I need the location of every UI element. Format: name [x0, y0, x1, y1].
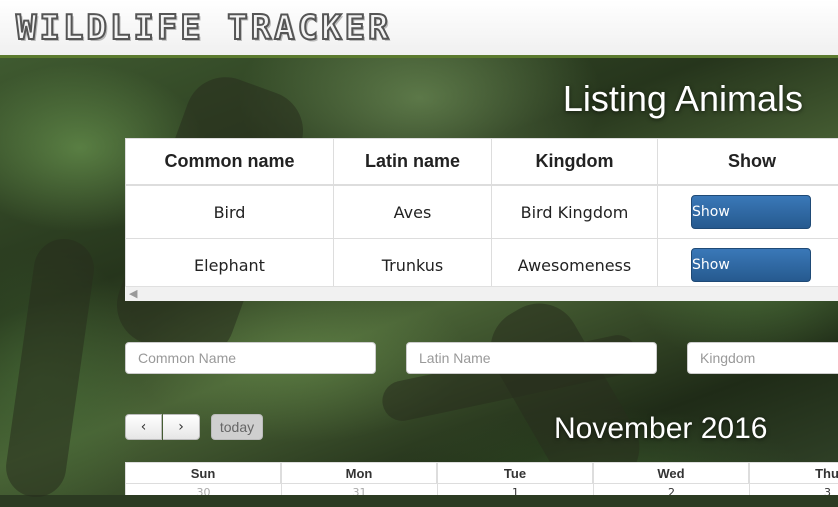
page-title: Listing Animals	[563, 78, 803, 120]
latin-name-input[interactable]	[406, 342, 657, 374]
calendar-day-cell[interactable]: 31	[281, 484, 437, 495]
day-header-tue: Tue	[437, 462, 593, 484]
table-header-row: Common name Latin name Kingdom Show	[126, 139, 838, 186]
brand-logo[interactable]: WILDLIFE TRACKER	[16, 8, 392, 48]
column-header-kingdom: Kingdom	[492, 139, 658, 186]
day-header-mon: Mon	[281, 462, 437, 484]
show-button[interactable]: Show	[691, 195, 811, 229]
day-header-wed: Wed	[593, 462, 749, 484]
app-header: WILDLIFE TRACKER	[0, 0, 838, 58]
chevron-left-icon: ‹	[141, 419, 147, 435]
day-header-sun: Sun	[125, 462, 281, 484]
calendar-day-headers: Sun Mon Tue Wed Thu	[125, 462, 838, 484]
kingdom-input[interactable]	[687, 342, 838, 374]
prev-month-button[interactable]: ‹	[125, 414, 162, 440]
next-month-button[interactable]: ›	[163, 414, 200, 440]
chevron-right-icon: ›	[178, 419, 184, 435]
cell-common-name: Elephant	[126, 239, 334, 292]
show-button[interactable]: Show	[691, 248, 811, 282]
calendar-week-row: 30 31 1 2 3	[125, 484, 838, 495]
today-button[interactable]: today	[211, 414, 263, 440]
cell-kingdom: Awesomeness	[492, 239, 658, 292]
column-header-show: Show	[658, 139, 838, 186]
cell-common-name: Bird	[126, 185, 334, 239]
column-header-common-name: Common name	[126, 139, 334, 186]
table-row: Bird Aves Bird Kingdom Show	[126, 185, 838, 239]
column-header-latin-name: Latin name	[334, 139, 492, 186]
calendar-day-cell[interactable]: 1	[437, 484, 593, 495]
common-name-input[interactable]	[125, 342, 376, 374]
horizontal-scrollbar[interactable]: ◀	[125, 286, 838, 301]
day-header-thu: Thu	[749, 462, 838, 484]
cell-latin-name: Aves	[334, 185, 492, 239]
cell-show: Show	[658, 185, 838, 239]
calendar-day-cell[interactable]: 2	[593, 484, 749, 495]
animals-table: Common name Latin name Kingdom Show Bird…	[125, 138, 838, 292]
cell-latin-name: Trunkus	[334, 239, 492, 292]
animals-table-container: Common name Latin name Kingdom Show Bird…	[125, 138, 838, 301]
calendar-day-cell[interactable]: 30	[125, 484, 281, 495]
cell-kingdom: Bird Kingdom	[492, 185, 658, 239]
calendar-grid: Sun Mon Tue Wed Thu 30 31 1 2 3	[125, 462, 838, 495]
calendar-day-cell[interactable]: 3	[749, 484, 838, 495]
table-row: Elephant Trunkus Awesomeness Show	[126, 239, 838, 292]
calendar-title: November 2016	[554, 412, 767, 446]
cell-show: Show	[658, 239, 838, 292]
scroll-left-icon[interactable]: ◀	[129, 287, 137, 301]
